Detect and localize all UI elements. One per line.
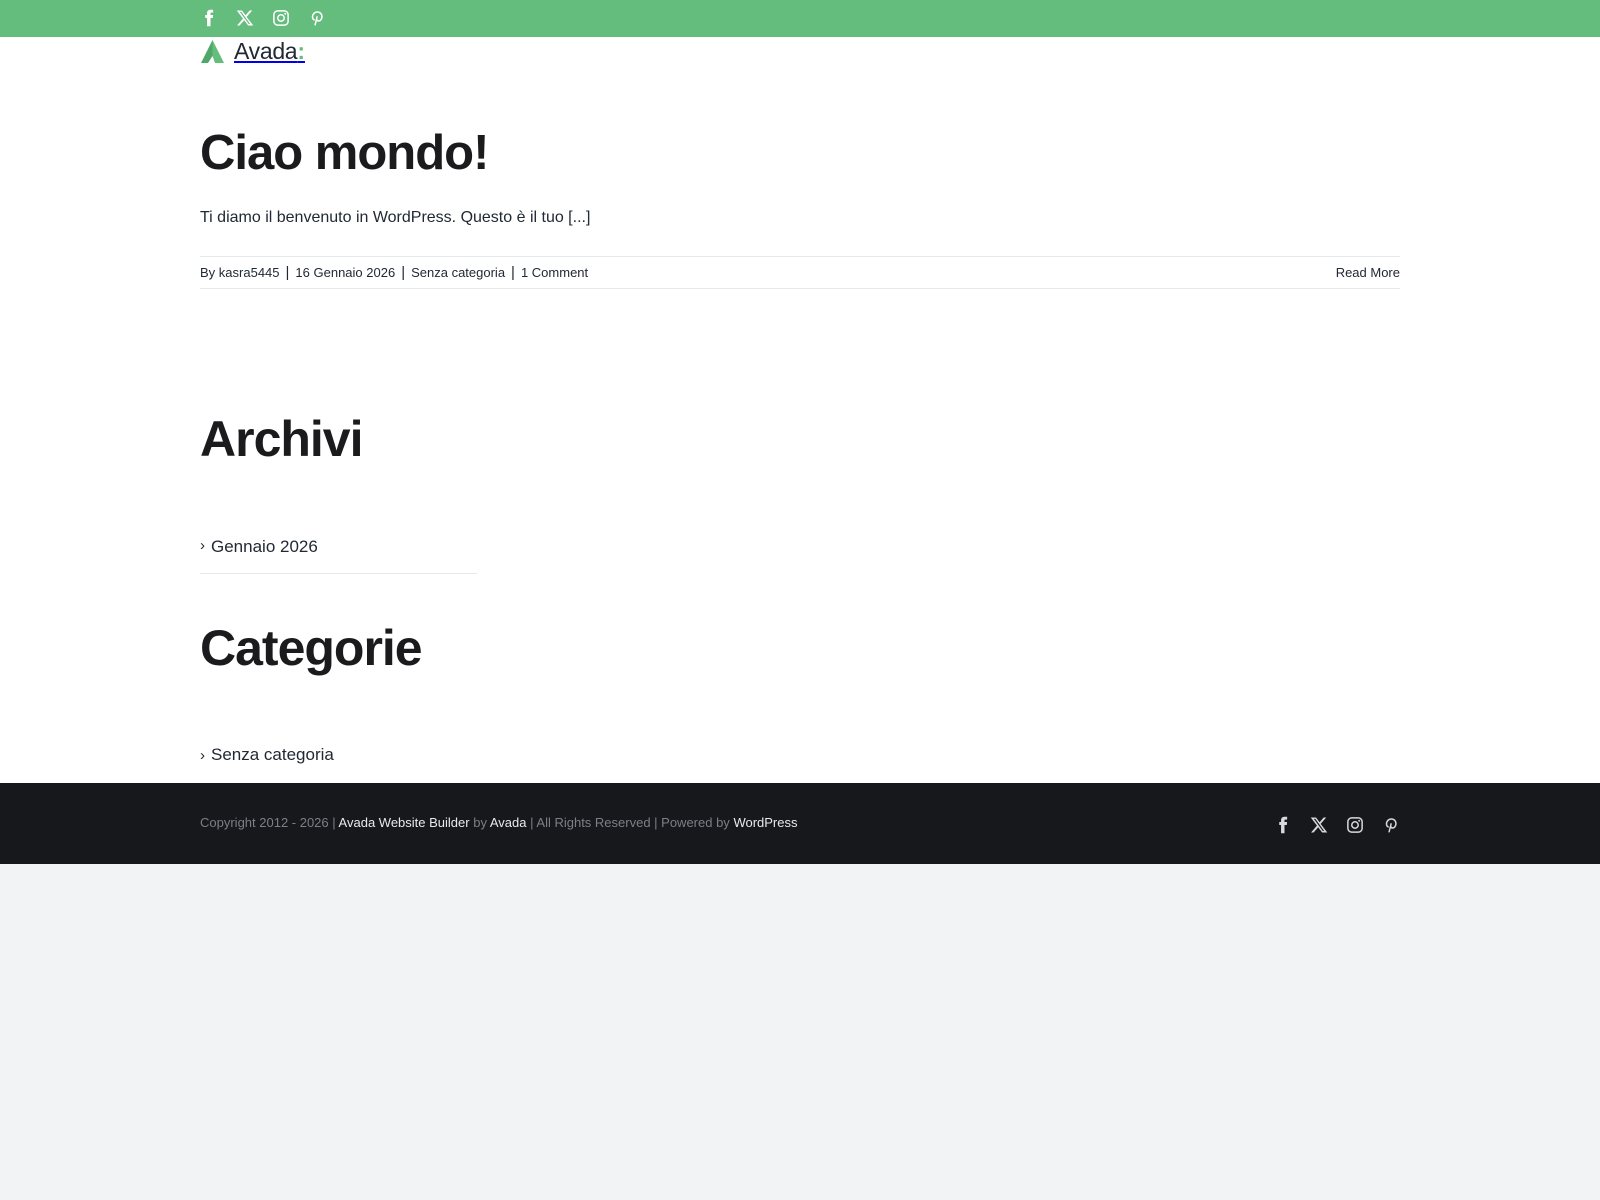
meta-author-link[interactable]: kasra5445: [219, 265, 280, 280]
facebook-icon: [205, 9, 214, 27]
avada-link[interactable]: Avada: [490, 815, 527, 830]
post-excerpt: Ti diamo il benvenuto in WordPress. Ques…: [200, 209, 591, 226]
footer-x-link[interactable]: [1310, 816, 1328, 834]
x-link[interactable]: [236, 9, 254, 27]
instagram-icon: [1347, 817, 1363, 833]
footer-social-links: [1274, 816, 1400, 834]
footer-pinterest-link[interactable]: [1382, 816, 1400, 834]
instagram-link[interactable]: [272, 9, 290, 27]
post-title[interactable]: Ciao mondo!: [200, 125, 489, 181]
archivi-widget-title: Archivi: [200, 411, 364, 467]
meta-category-link[interactable]: Senza categoria: [411, 265, 505, 280]
meta-separator: |: [285, 264, 290, 281]
meta-comments-link[interactable]: 1 Comment: [521, 265, 588, 280]
pinterest-icon: [311, 11, 323, 26]
instagram-icon: [273, 10, 289, 26]
meta-by-label: By: [200, 265, 216, 280]
meta-separator: |: [511, 264, 515, 281]
chevron-right-icon: ›: [200, 537, 205, 554]
archive-link-label[interactable]: Gennaio 2026: [211, 537, 318, 557]
read-more-link[interactable]: Read More: [1336, 265, 1400, 280]
logo-text: Avada: [234, 38, 298, 64]
category-link-label[interactable]: Senza categoria: [211, 745, 334, 765]
category-list-item[interactable]: › Senza categoria: [200, 745, 477, 765]
topbar-social-links: [200, 9, 326, 27]
logo-colon: :: [297, 38, 305, 64]
categorie-widget-title: Categorie: [200, 620, 423, 676]
meta-date: 16 Gennaio 2026: [295, 265, 396, 280]
avada-logo-icon: [201, 39, 224, 63]
avada-builder-link[interactable]: Avada Website Builder: [339, 815, 470, 830]
page-content: Avada : Ciao mondo! Ti diamo il benvenut…: [0, 37, 1600, 783]
meta-separator: |: [401, 264, 406, 281]
pinterest-icon: [1385, 818, 1397, 833]
top-bar: [0, 0, 1600, 37]
copyright-by: by: [473, 815, 487, 830]
copyright-rights: | All Rights Reserved | Powered by: [530, 815, 730, 830]
wordpress-link[interactable]: WordPress: [733, 815, 797, 830]
facebook-icon: [1279, 816, 1288, 834]
copyright-prefix: Copyright 2012 - 2026 |: [200, 815, 336, 830]
facebook-link[interactable]: [200, 9, 218, 27]
footer: Copyright 2012 - 2026 | Avada Website Bu…: [0, 783, 1600, 864]
footer-copyright: Copyright 2012 - 2026 | Avada Website Bu…: [200, 815, 798, 830]
footer-instagram-link[interactable]: [1346, 816, 1364, 834]
x-icon: [236, 10, 254, 26]
pinterest-link[interactable]: [308, 9, 326, 27]
post-meta: By kasra5445 | 16 Gennaio 2026 | Senza c…: [200, 256, 1400, 289]
site-logo[interactable]: Avada :: [200, 37, 305, 65]
x-icon: [1310, 817, 1328, 833]
chevron-right-icon: ›: [200, 746, 205, 764]
post-meta-left: By kasra5445 | 16 Gennaio 2026 | Senza c…: [200, 264, 588, 281]
archive-list-item[interactable]: › Gennaio 2026: [200, 537, 477, 574]
footer-facebook-link[interactable]: [1274, 816, 1292, 834]
